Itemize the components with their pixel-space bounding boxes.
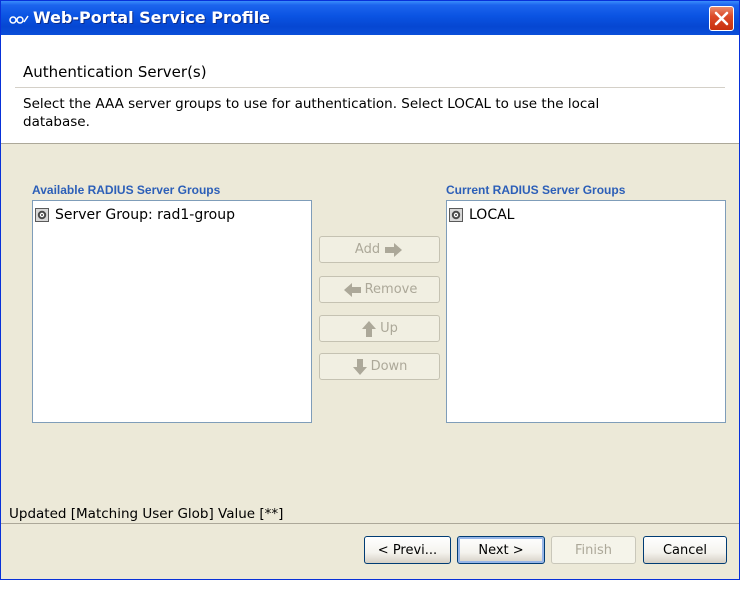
arrow-left-icon: [343, 282, 361, 297]
header-panel: Authentication Server(s) Select the AAA …: [1, 35, 739, 144]
status-message: Updated [Matching User Glob] Value [**]: [9, 506, 284, 522]
down-button[interactable]: Down: [319, 353, 440, 380]
arrow-down-icon: [352, 358, 367, 375]
up-button-label: Up: [380, 321, 398, 336]
section-title: Authentication Server(s): [23, 63, 207, 81]
window-title: Web-Portal Service Profile: [33, 8, 271, 27]
title-bar[interactable]: Web-Portal Service Profile: [1, 1, 739, 35]
cancel-button[interactable]: Cancel: [643, 536, 727, 564]
service-profile-icon: [9, 11, 29, 25]
remove-button[interactable]: Remove: [319, 276, 440, 303]
instructions-text: Select the AAA server groups to use for …: [23, 96, 600, 130]
add-button[interactable]: Add: [319, 236, 440, 263]
next-button[interactable]: Next >: [457, 536, 545, 564]
status-divider: [1, 523, 739, 524]
close-icon: [714, 11, 729, 26]
available-groups-list[interactable]: Server Group: rad1-group: [32, 200, 312, 423]
list-item[interactable]: Server Group: rad1-group: [35, 205, 235, 225]
current-groups-label: Current RADIUS Server Groups: [446, 183, 626, 197]
add-button-label: Add: [354, 242, 381, 257]
list-item-label: LOCAL: [469, 207, 515, 223]
header-divider: [15, 87, 725, 88]
previous-button[interactable]: < Previ...: [364, 536, 451, 564]
arrow-up-icon: [362, 320, 377, 337]
server-group-icon: [35, 208, 49, 222]
finish-button[interactable]: Finish: [551, 536, 636, 564]
arrow-right-icon: [385, 242, 403, 257]
server-group-icon: [449, 208, 463, 222]
available-groups-label: Available RADIUS Server Groups: [32, 183, 221, 197]
remove-button-label: Remove: [364, 282, 418, 297]
list-item-label: Server Group: rad1-group: [55, 207, 235, 223]
dialog-window: Web-Portal Service Profile Authenticatio…: [0, 0, 740, 580]
down-button-label: Down: [370, 359, 408, 374]
list-item[interactable]: LOCAL: [449, 205, 514, 225]
current-groups-list[interactable]: LOCAL: [446, 200, 726, 423]
up-button[interactable]: Up: [319, 315, 440, 342]
close-button[interactable]: [709, 6, 734, 31]
